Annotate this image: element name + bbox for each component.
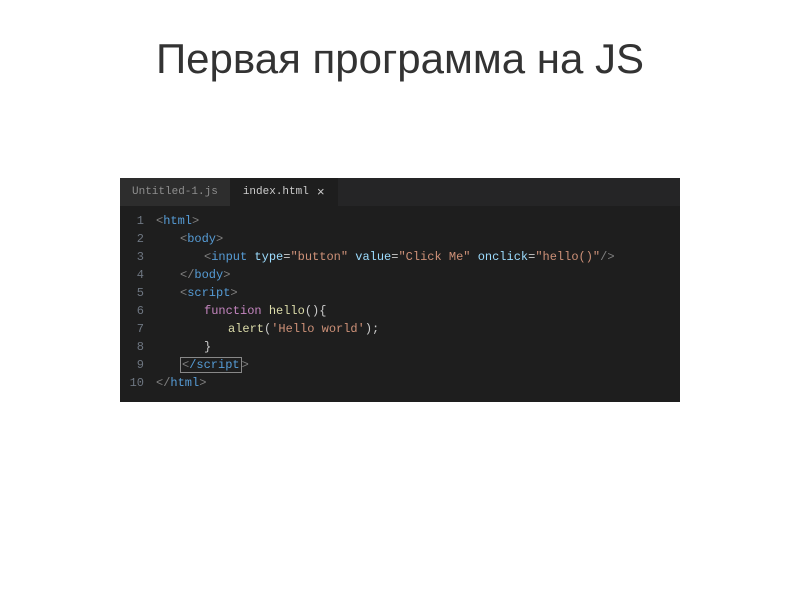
code-line: <script> bbox=[156, 284, 680, 302]
cursor-selection: </script bbox=[180, 357, 242, 373]
line-number: 7 bbox=[120, 320, 144, 338]
line-number: 5 bbox=[120, 284, 144, 302]
code-area[interactable]: 1 2 3 4 5 6 7 8 9 10 <html> <body> <inpu… bbox=[120, 206, 680, 402]
line-number: 8 bbox=[120, 338, 144, 356]
tab-bar: Untitled-1.js index.html × bbox=[120, 178, 680, 206]
line-number: 4 bbox=[120, 266, 144, 284]
code-line: alert('Hello world'); bbox=[156, 320, 680, 338]
tab-label: index.html bbox=[243, 186, 309, 198]
line-number: 1 bbox=[120, 212, 144, 230]
code-line: <body> bbox=[156, 230, 680, 248]
code-line: </script> bbox=[156, 356, 680, 374]
code-line: </body> bbox=[156, 266, 680, 284]
line-number: 6 bbox=[120, 302, 144, 320]
line-number: 10 bbox=[120, 374, 144, 392]
tab-label: Untitled-1.js bbox=[132, 186, 218, 198]
close-icon[interactable]: × bbox=[317, 186, 325, 199]
code-line: <input type="button" value="Click Me" on… bbox=[156, 248, 680, 266]
line-number: 3 bbox=[120, 248, 144, 266]
line-number: 9 bbox=[120, 356, 144, 374]
tab-index-html[interactable]: index.html × bbox=[231, 178, 338, 206]
tab-untitled-js[interactable]: Untitled-1.js bbox=[120, 178, 231, 206]
code-line: function hello(){ bbox=[156, 302, 680, 320]
code-editor: Untitled-1.js index.html × 1 2 3 4 5 6 7… bbox=[120, 178, 680, 402]
code-content[interactable]: <html> <body> <input type="button" value… bbox=[156, 212, 680, 392]
slide-title: Первая программа на JS bbox=[0, 0, 800, 83]
code-line: </html> bbox=[156, 374, 680, 392]
code-line: <html> bbox=[156, 212, 680, 230]
code-line: } bbox=[156, 338, 680, 356]
line-number-gutter: 1 2 3 4 5 6 7 8 9 10 bbox=[120, 212, 156, 392]
line-number: 2 bbox=[120, 230, 144, 248]
